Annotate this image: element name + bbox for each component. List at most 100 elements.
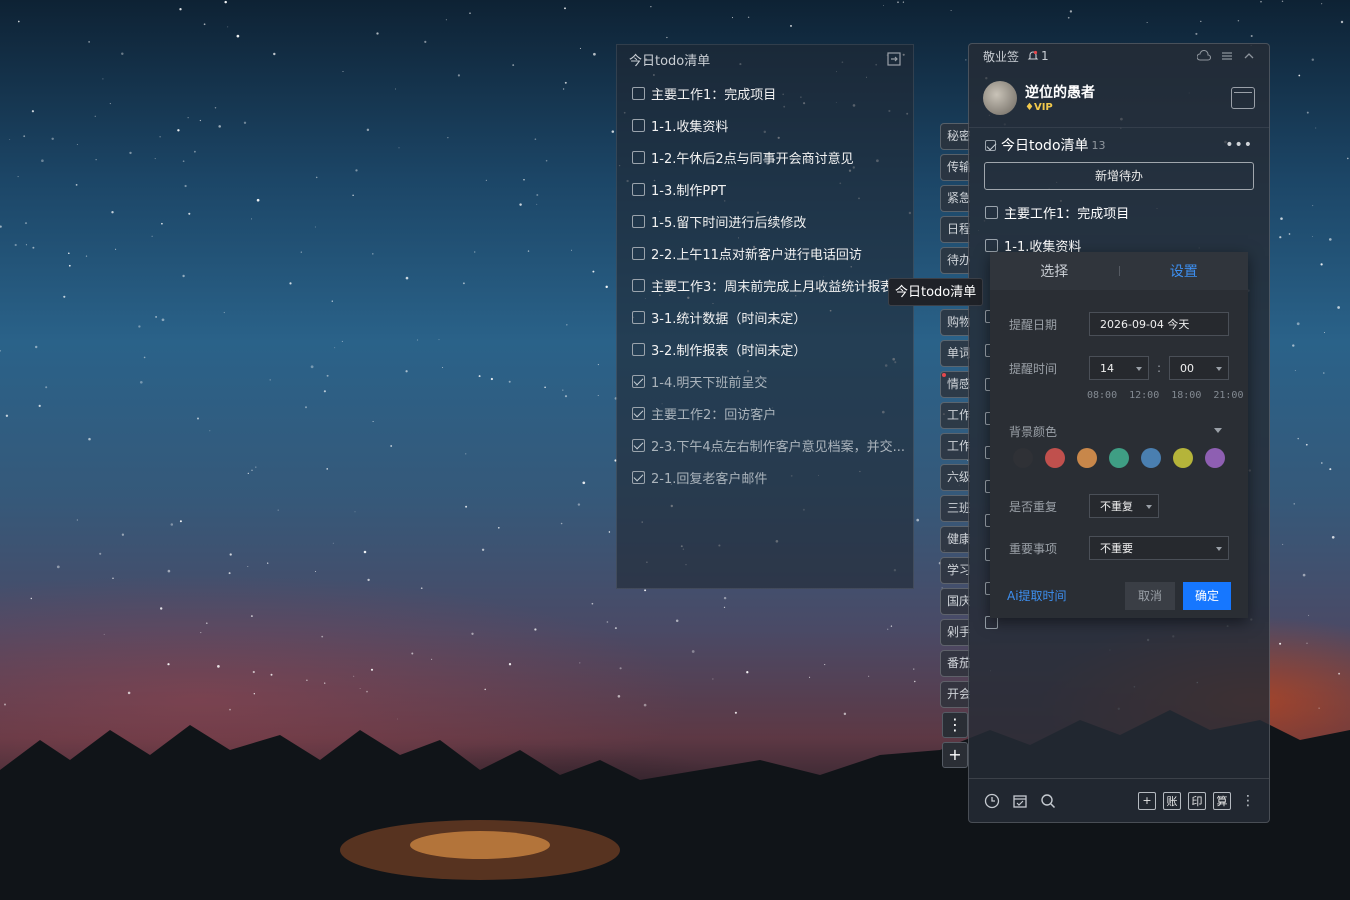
todo-checkbox[interactable] — [632, 118, 645, 132]
todo-item[interactable]: 主要工作1：完成项目 — [617, 77, 913, 109]
todo-checkbox[interactable] — [632, 278, 645, 292]
confirm-button[interactable]: 确定 — [1183, 582, 1231, 610]
reminder-date-input[interactable]: 2026-09-04 今天 — [1089, 312, 1229, 336]
todo-checkbox[interactable] — [632, 214, 645, 228]
calendar-icon[interactable] — [1231, 86, 1255, 109]
exit-icon[interactable] — [887, 52, 901, 66]
time-colon: : — [1156, 361, 1162, 375]
side-tab[interactable]: 健康 — [940, 526, 970, 553]
important-label: 重要事项 — [1009, 541, 1058, 556]
todo-item[interactable]: 2-3.下午4点左右制作客户意见档案，并交... — [617, 429, 913, 461]
todo-checkbox[interactable] — [632, 406, 645, 420]
side-tab[interactable]: 紧急 — [940, 185, 970, 212]
todo-checkbox[interactable] — [632, 438, 645, 452]
todo-item-text: 1-5.留下时间进行后续修改 — [651, 215, 807, 231]
color-swatch[interactable] — [1173, 448, 1193, 468]
todo-checkbox[interactable] — [985, 239, 998, 252]
side-tab[interactable]: 秘密 — [940, 123, 970, 150]
todo-checkbox[interactable] — [632, 310, 645, 324]
cloud-sync-icon[interactable] — [1197, 50, 1211, 62]
color-swatch[interactable] — [1141, 448, 1161, 468]
todo-item[interactable]: 1-1.收集资料 — [617, 109, 913, 141]
todo-item[interactable]: 1-3.制作PPT — [617, 173, 913, 205]
side-more-button[interactable]: ⋮ — [942, 712, 968, 738]
checklist-box-icon[interactable] — [1011, 792, 1029, 810]
todo-item-text: 1-1.收集资料 — [651, 119, 729, 135]
todo-checkbox[interactable] — [632, 150, 645, 164]
ai-extract-time-link[interactable]: Ai提取时间 — [1007, 587, 1067, 604]
minute-select[interactable]: 00 — [1169, 356, 1229, 380]
color-swatch[interactable] — [1077, 448, 1097, 468]
side-tab[interactable]: 传输 — [940, 154, 970, 181]
tab-tooltip: 今日todo清单 — [888, 278, 984, 306]
tab-settings[interactable]: 设置 — [1120, 261, 1249, 281]
footer-tool-button[interactable]: 账 — [1163, 791, 1181, 810]
user-name: 逆位的愚者 — [1025, 85, 1095, 101]
side-tab[interactable]: 国庆 — [940, 588, 970, 615]
avatar[interactable] — [983, 80, 1017, 115]
add-tab-button[interactable]: + — [942, 742, 968, 768]
todo-item[interactable]: 1-2.午休后2点与同事开会商讨意见 — [617, 141, 913, 173]
tab-select[interactable]: 选择 — [990, 261, 1119, 281]
todo-checkbox[interactable] — [632, 342, 645, 356]
side-tab[interactable]: 单词 — [940, 340, 970, 367]
footer-tool-button[interactable]: 印 — [1188, 791, 1206, 810]
todo-item[interactable]: 1-5.留下时间进行后续修改 — [617, 205, 913, 237]
side-tab[interactable]: 购物 — [940, 309, 970, 336]
side-tab[interactable]: 情感 — [940, 371, 970, 398]
side-tab[interactable]: 学习 — [940, 557, 970, 584]
color-swatch[interactable] — [1013, 448, 1033, 468]
user-profile: 逆位的愚者 ♦VIP — [969, 68, 1269, 128]
hour-select[interactable]: 14 — [1089, 356, 1149, 380]
color-swatches — [1013, 448, 1225, 468]
todo-item-text: 主要工作3：周末前完成上月收益统计报表 — [651, 279, 894, 295]
side-tab[interactable]: 剁手 — [940, 619, 970, 646]
todo-checkbox[interactable] — [985, 206, 998, 219]
todo-item[interactable]: 2-2.上午11点对新客户进行电话回访 — [617, 237, 913, 269]
footer-tool-button[interactable]: 算 — [1213, 791, 1231, 810]
todo-item[interactable]: 3-2.制作报表（时间未定） — [617, 333, 913, 365]
todo-item[interactable]: 主要工作1：完成项目 — [969, 196, 1269, 229]
side-tab[interactable]: 日程 — [940, 216, 970, 243]
footer-more-icon[interactable]: ⋮ — [1241, 794, 1255, 808]
todo-item-text: 主要工作2：回访客户 — [651, 407, 777, 423]
footer-tool-buttons: + 账印算 — [1138, 791, 1231, 810]
repeat-select[interactable]: 不重复 — [1089, 494, 1159, 518]
todo-item[interactable]: 1-4.明天下班前呈交 — [617, 365, 913, 397]
side-tab[interactable]: 三班 — [940, 495, 970, 522]
todo-item[interactable]: 3-1.统计数据（时间未定） — [617, 301, 913, 333]
todo-item[interactable]: 主要工作2：回访客户 — [617, 397, 913, 429]
footer-tool-button[interactable]: + — [1138, 791, 1156, 810]
todo-checkbox[interactable] — [632, 374, 645, 388]
important-select[interactable]: 不重要 — [1089, 536, 1229, 560]
collapse-icon[interactable] — [1243, 50, 1255, 62]
side-tab[interactable]: 待办 — [940, 247, 970, 274]
todo-item[interactable]: 主要工作3：周末前完成上月收益统计报表 — [617, 269, 913, 301]
menu-icon[interactable] — [1221, 50, 1233, 62]
todo-checkbox[interactable] — [632, 470, 645, 484]
cancel-button[interactable]: 取消 — [1125, 582, 1175, 610]
todo-checkbox[interactable] — [632, 246, 645, 260]
color-swatch[interactable] — [1109, 448, 1129, 468]
list-count: 13 — [1091, 138, 1106, 152]
todo-checkbox[interactable] — [632, 182, 645, 196]
app-title-bar: 敬业签 1 — [969, 44, 1269, 68]
clock-icon[interactable] — [983, 792, 1001, 810]
todo-item[interactable]: 2-1.回复老客户邮件 — [617, 461, 913, 493]
quick-time-presets[interactable]: 08:00 12:00 18:00 21:00 — [1087, 390, 1243, 401]
color-swatch[interactable] — [1045, 448, 1065, 468]
side-tab[interactable]: 六级 — [940, 464, 970, 491]
todo-item-text: 1-4.明天下班前呈交 — [651, 375, 768, 391]
color-swatch[interactable] — [1205, 448, 1225, 468]
reminder-bell[interactable]: 1 — [1027, 49, 1049, 63]
side-tab[interactable]: 工作 — [940, 402, 970, 429]
todo-checkbox[interactable] — [632, 86, 645, 100]
side-tab[interactable]: 开会 — [940, 681, 970, 708]
todo-panel-title: 今日todo清单 — [629, 53, 711, 69]
side-tab[interactable]: 番茄 — [940, 650, 970, 677]
new-todo-button[interactable]: 新增待办 — [984, 162, 1254, 190]
side-tab[interactable]: 工作 — [940, 433, 970, 460]
search-icon[interactable] — [1039, 792, 1057, 810]
more-options-button[interactable]: ••• — [1225, 137, 1253, 153]
color-dropdown-caret-icon[interactable] — [1214, 428, 1222, 437]
